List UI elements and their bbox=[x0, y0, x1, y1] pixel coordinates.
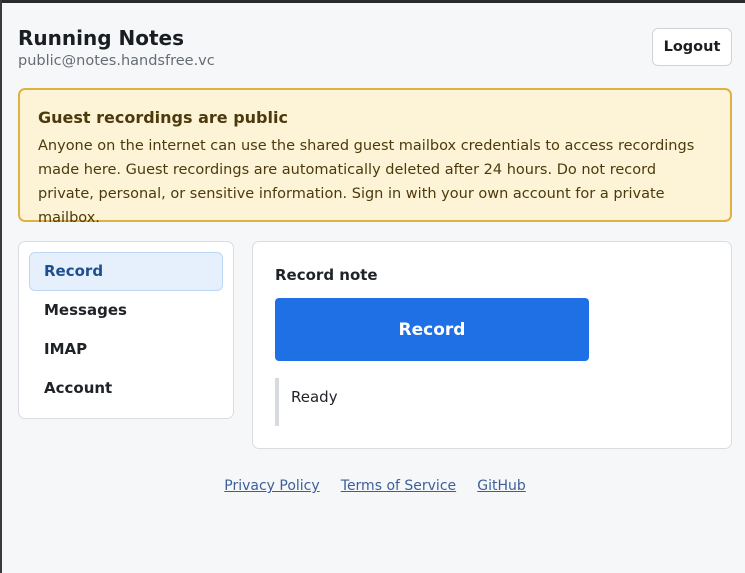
status-message: Ready bbox=[275, 378, 709, 426]
sidebar-nav: Record Messages IMAP Account bbox=[18, 241, 234, 419]
github-link[interactable]: GitHub bbox=[477, 478, 526, 494]
window-left-edge bbox=[0, 0, 2, 573]
sidebar-item-record[interactable]: Record bbox=[29, 252, 223, 291]
section-title: Record note bbox=[275, 266, 378, 284]
footer: Privacy Policy Terms of Service GitHub bbox=[18, 475, 732, 494]
record-panel: Record note Record Ready bbox=[252, 241, 732, 449]
warning-body: Anyone on the internet can use the share… bbox=[38, 138, 695, 226]
privacy-policy-link[interactable]: Privacy Policy bbox=[224, 478, 319, 494]
sidebar-item-account[interactable]: Account bbox=[29, 369, 223, 408]
account-email: public@notes.handsfree.vc bbox=[18, 53, 215, 69]
warning-title: Guest recordings are public bbox=[38, 108, 288, 127]
page: Running Notes public@notes.handsfree.vc … bbox=[18, 24, 732, 494]
app-header: Running Notes public@notes.handsfree.vc … bbox=[18, 24, 732, 84]
sidebar-item-messages[interactable]: Messages bbox=[29, 291, 223, 330]
window-top-edge bbox=[0, 0, 745, 3]
sidebar-item-imap[interactable]: IMAP bbox=[29, 330, 223, 369]
record-button[interactable]: Record bbox=[275, 298, 589, 361]
guest-warning-banner: Guest recordings are public Anyone on th… bbox=[18, 88, 732, 226]
logout-button[interactable]: Logout bbox=[652, 28, 732, 66]
app-title: Running Notes bbox=[18, 26, 184, 50]
terms-of-service-link[interactable]: Terms of Service bbox=[341, 478, 456, 494]
